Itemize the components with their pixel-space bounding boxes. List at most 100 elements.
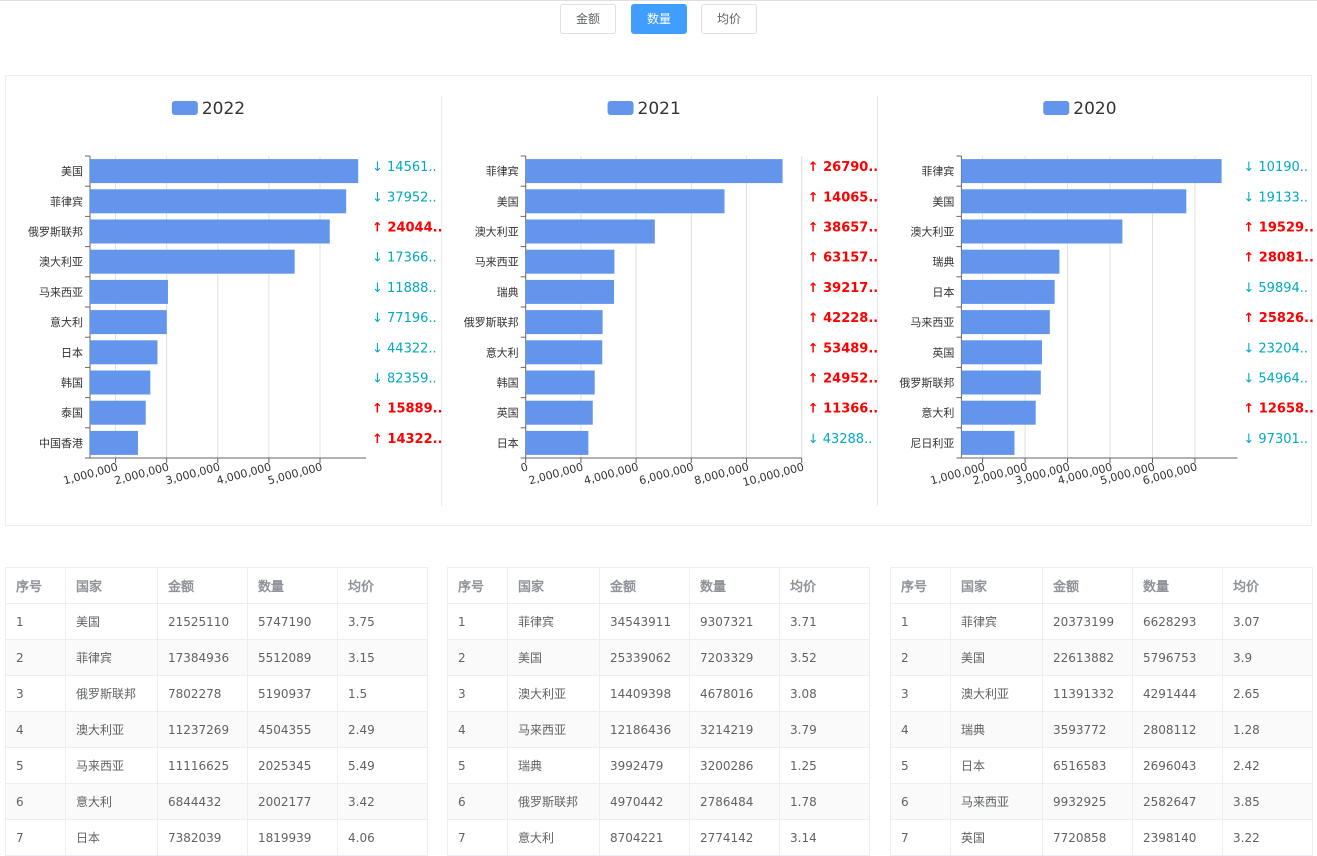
table-row[interactable]: 3 澳大利亚 14409398 4678016 3.08: [447, 675, 870, 712]
cell-quantity: 5796753: [1132, 639, 1223, 676]
cell-avg-price: 3.42: [337, 783, 428, 820]
change-label: ↓ 17366..: [372, 251, 437, 266]
cell-amount: 11391332: [1042, 675, 1133, 712]
cell-quantity: 3200286: [689, 747, 780, 784]
category-label: 澳大利亚: [475, 225, 519, 239]
table-row[interactable]: 5 马来西亚 11116625 2025345 5.49: [5, 747, 428, 784]
cell-amount: 22613882: [1042, 639, 1133, 676]
cell-amount: 34543911: [599, 603, 690, 640]
x-tick-label: 10,000,000: [741, 460, 805, 489]
cell-quantity: 2582647: [1132, 783, 1223, 820]
change-label: ↑ 63157..: [808, 251, 879, 266]
x-tick-label: 1,000,000: [62, 460, 119, 487]
table-2021: 序号 国家 金额 数量 均价 1 菲律宾 34543911 9307321 3.71 2 美…: [447, 567, 870, 856]
table-row[interactable]: 2 美国 25339062 7203329 3.52: [447, 639, 870, 676]
table-row[interactable]: 2 美国 22613882 5796753 3.9: [890, 639, 1313, 676]
bar: [90, 249, 295, 274]
cell-avg-price: 2.65: [1222, 675, 1313, 712]
cell-index: 4: [890, 711, 951, 748]
category-label: 英国: [497, 406, 519, 420]
bar: [961, 159, 1222, 184]
cell-amount: 25339062: [599, 639, 690, 676]
bar: [961, 249, 1060, 274]
cell-index: 6: [447, 783, 508, 820]
category-label: 意大利: [50, 315, 83, 329]
change-label: ↑ 19529..: [1243, 221, 1313, 236]
bar: [525, 249, 615, 274]
table-row[interactable]: 2 菲律宾 17384936 5512089 3.15: [5, 639, 428, 676]
table-row[interactable]: 3 澳大利亚 11391332 4291444 2.65: [890, 675, 1313, 712]
table-row[interactable]: 3 俄罗斯联邦 7802278 5190937 1.5: [5, 675, 428, 712]
bar: [90, 279, 168, 304]
category-label: 瑞典: [932, 255, 954, 269]
cell-country: 马来西亚: [950, 783, 1043, 820]
cell-country: 澳大利亚: [65, 711, 158, 748]
x-tick-label: 8,000,000: [693, 460, 750, 487]
cell-amount: 3992479: [599, 747, 690, 784]
table-row[interactable]: 4 瑞典 3593772 2808112 1.28: [890, 711, 1313, 748]
change-label: ↑ 14065..: [808, 190, 879, 205]
cell-country: 菲律宾: [950, 603, 1043, 640]
bar: [525, 370, 595, 395]
avg-price-button[interactable]: 均价: [701, 4, 757, 34]
cell-index: 2: [5, 639, 66, 676]
amount-button[interactable]: 金额: [560, 4, 616, 34]
table-row[interactable]: 5 日本 6516583 2696043 2.42: [890, 747, 1313, 784]
change-label: ↓ 43288..: [808, 432, 873, 447]
table-row[interactable]: 7 意大利 8704221 2774142 3.14: [447, 819, 870, 856]
category-label: 日本: [61, 345, 83, 359]
cell-index: 5: [447, 747, 508, 784]
cell-quantity: 2696043: [1132, 747, 1223, 784]
bar: [90, 219, 330, 244]
bar: [525, 219, 655, 244]
cell-avg-price: 2.42: [1222, 747, 1313, 784]
table-row[interactable]: 6 意大利 6844432 2002177 3.42: [5, 783, 428, 820]
change-label: ↑ 42228..: [808, 311, 879, 326]
table-row[interactable]: 6 马来西亚 9932925 2582647 3.85: [890, 783, 1313, 820]
cell-country: 美国: [65, 603, 158, 640]
category-label: 菲律宾: [50, 194, 83, 208]
category-label: 日本: [932, 285, 954, 299]
category-label: 澳大利亚: [910, 225, 954, 239]
cell-avg-price: 3.9: [1222, 639, 1313, 676]
cell-quantity: 2786484: [689, 783, 780, 820]
table-row[interactable]: 1 菲律宾 20373199 6628293 3.07: [890, 603, 1313, 640]
cell-amount: 7720858: [1042, 819, 1133, 856]
table-row[interactable]: 6 俄罗斯联邦 4970442 2786484 1.78: [447, 783, 870, 820]
cell-index: 7: [447, 819, 508, 856]
top-divider: [0, 0, 1317, 1]
cell-avg-price: 1.25: [779, 747, 870, 784]
category-label: 俄罗斯联邦: [899, 377, 954, 390]
bar: [961, 310, 1050, 335]
table-row[interactable]: 5 瑞典 3992479 3200286 1.25: [447, 747, 870, 784]
cell-index: 3: [5, 675, 66, 712]
cell-index: 2: [447, 639, 508, 676]
bar: [961, 430, 1015, 455]
x-tick-label: 4,000,000: [582, 460, 639, 487]
quantity-button[interactable]: 数量: [631, 4, 687, 34]
table-row[interactable]: 1 美国 21525110 5747190 3.75: [5, 603, 428, 640]
cell-avg-price: 2.49: [337, 711, 428, 748]
cell-avg-price: 3.71: [779, 603, 870, 640]
table-row[interactable]: 4 马来西亚 12186436 3214219 3.79: [447, 711, 870, 748]
cell-country: 澳大利亚: [507, 675, 600, 712]
category-label: 马来西亚: [910, 316, 954, 329]
table-row[interactable]: 7 英国 7720858 2398140 3.22: [890, 819, 1313, 856]
bar: [961, 340, 1042, 365]
cell-amount: 14409398: [599, 675, 690, 712]
col-index: 序号: [5, 567, 66, 604]
col-avg-price: 均价: [337, 567, 428, 604]
table-row[interactable]: 1 菲律宾 34543911 9307321 3.71: [447, 603, 870, 640]
bar: [525, 430, 589, 455]
cell-quantity: 7203329: [689, 639, 780, 676]
cell-amount: 7802278: [157, 675, 248, 712]
bar: [961, 370, 1041, 395]
col-amount: 金额: [1042, 567, 1133, 604]
table-row[interactable]: 7 日本 7382039 1819939 4.06: [5, 819, 428, 856]
category-label: 菲律宾: [486, 164, 519, 178]
table-row[interactable]: 4 澳大利亚 11237269 4504355 2.49: [5, 711, 428, 748]
col-quantity: 数量: [247, 567, 338, 604]
legend-label: 2021: [638, 99, 681, 119]
cell-index: 6: [5, 783, 66, 820]
change-label: ↑ 15889..: [372, 402, 443, 417]
